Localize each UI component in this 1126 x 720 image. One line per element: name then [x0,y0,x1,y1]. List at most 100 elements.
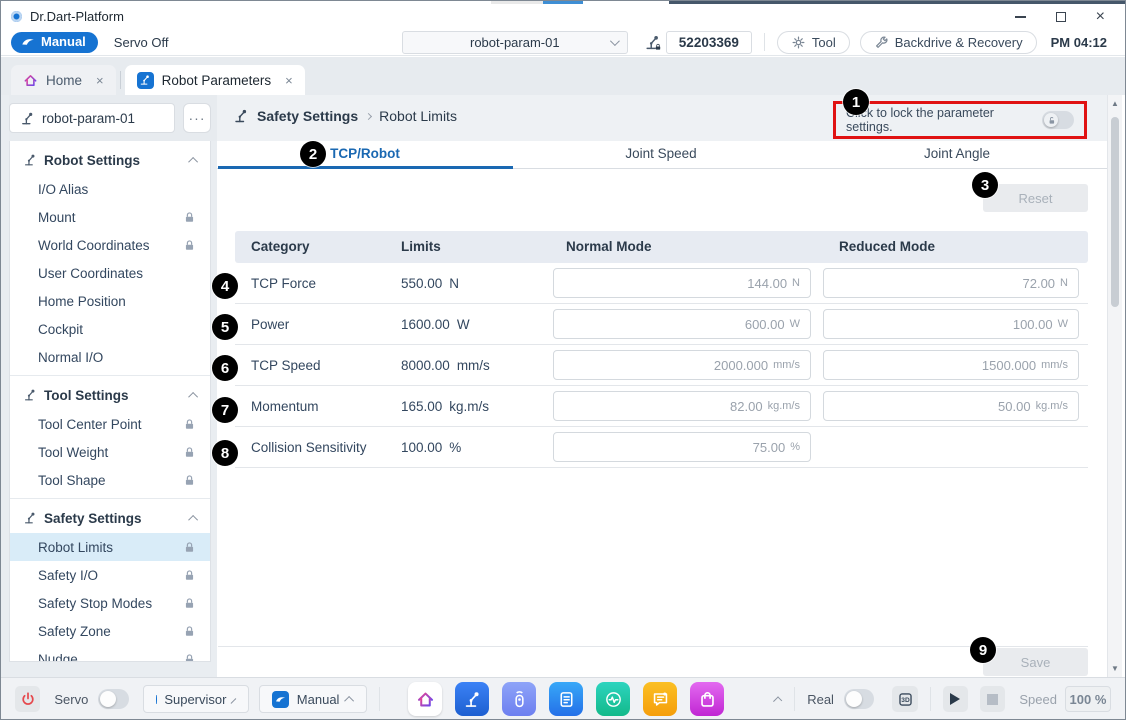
tab-home-label: Home [46,73,82,88]
annotation-badge-2: 2 [300,141,326,167]
sidebar-item-nudge[interactable]: Nudge [10,645,210,662]
monitoring-app-icon[interactable] [596,682,630,716]
robot-icon [20,111,35,126]
limits-tab-bar: TCP/Robot Joint Speed Joint Angle [217,141,1107,169]
normal-mode-input[interactable]: 600.00W [553,309,811,339]
dock-collapse-icon[interactable] [773,696,782,705]
param-name-field[interactable]: robot-param-01 [9,103,175,133]
store-app-icon[interactable] [690,682,724,716]
sidebar-item-cockpit[interactable]: Cockpit [10,315,210,343]
power-button[interactable] [15,686,40,712]
robot-limits-panel: TCP/Robot Joint Speed Joint Angle Reset … [217,141,1107,677]
reduced-mode-input[interactable]: 72.00N [823,268,1079,298]
sidebar-section-tool-settings[interactable]: Tool Settings [10,380,210,410]
backdrive-recovery-button[interactable]: Backdrive & Recovery [860,31,1037,54]
servo-toggle[interactable] [98,689,128,709]
item-label: Mount [38,210,76,225]
robot-param-select[interactable]: robot-param-01 [402,31,628,54]
sidebar-section-robot-settings[interactable]: Robot Settings [10,145,210,175]
tool-button[interactable]: Tool [777,31,850,54]
lock-icon [183,446,196,459]
close-tab-home-icon[interactable]: × [96,73,104,88]
robot-settings-app-icon[interactable] [455,682,489,716]
window-title: Dr.Dart-Platform [30,9,124,24]
power-icon [20,691,36,707]
scrollbar-thumb[interactable] [1111,117,1119,307]
task-editor-app-icon[interactable] [549,682,583,716]
sidebar-item-normal-io[interactable]: Normal I/O [10,343,210,371]
normal-mode-input[interactable]: 144.00N [553,268,811,298]
item-label: Cockpit [38,322,83,337]
row-limit-unit: % [449,440,461,455]
table-row-tcp-speed: TCP Speed 8000.00mm/s 2000.000mm/s 1500.… [235,345,1088,386]
normal-mode-input[interactable]: 2000.000mm/s [553,350,811,380]
remote-control-app-icon[interactable] [502,682,536,716]
row-limit-value: 550.00 [401,276,442,291]
field-unit: mm/s [1041,359,1068,371]
sidebar-item-tool-weight[interactable]: Tool Weight [10,438,210,466]
sidebar-item-safety-zone[interactable]: Safety Zone [10,617,210,645]
tab-joint-speed[interactable]: Joint Speed [513,141,809,168]
scroll-down-icon[interactable]: ▼ [1108,664,1122,673]
maximize-button[interactable] [1056,12,1066,22]
3d-view-button[interactable] [892,686,917,712]
sidebar-item-world-coordinates[interactable]: World Coordinates [10,231,210,259]
manual-mode-icon [21,35,35,49]
stop-button[interactable] [980,686,1005,712]
sidebar-item-tool-center-point[interactable]: Tool Center Point [10,410,210,438]
normal-mode-input[interactable]: 75.00% [553,432,811,462]
unlock-icon [1047,116,1056,125]
sidebar-section-safety-settings[interactable]: Safety Settings [10,503,210,533]
table-row-collision-sensitivity: Collision Sensitivity 100.00% 75.00% [235,427,1088,468]
tab-tcp-robot[interactable]: TCP/Robot [217,141,513,168]
real-label: Real [807,692,834,707]
operation-mode-badge[interactable]: Manual [11,32,98,53]
close-window-button[interactable]: × [1096,12,1105,22]
sidebar-item-io-alias[interactable]: I/O Alias [10,175,210,203]
field-value: 75.00 [753,440,786,455]
annotation-badge-5: 5 [212,314,238,340]
tab-robot-parameters[interactable]: Robot Parameters × [125,65,305,95]
row-category: TCP Force [251,276,316,291]
message-app-icon[interactable] [643,682,677,716]
col-limits: Limits [401,239,441,254]
tab-home[interactable]: Home × [11,65,116,95]
robot-serial-number: 52203369 [666,31,752,54]
more-options-button[interactable]: ··· [183,103,211,133]
chevron-up-icon [188,514,198,524]
lock-icon [183,541,196,554]
reduced-mode-input[interactable]: 1500.000 mm/s [823,350,1079,380]
wrench-icon [874,35,889,50]
save-button[interactable]: Save [983,648,1088,676]
row-limit-value: 165.00 [401,399,442,414]
sidebar-item-safety-stop-modes[interactable]: Safety Stop Modes [10,589,210,617]
minimize-button[interactable] [1015,16,1026,18]
role-value: Supervisor [164,692,226,707]
field-value: 1500.000 [982,358,1036,373]
sidebar-item-safety-io[interactable]: Safety I/O [10,561,210,589]
sidebar-item-home-position[interactable]: Home Position [10,287,210,315]
home-app-icon[interactable] [408,682,442,716]
play-button[interactable] [943,686,968,712]
mode-dropdown[interactable]: Manual [259,685,368,713]
tab-joint-angle[interactable]: Joint Angle [809,141,1105,168]
real-sim-toggle[interactable] [844,689,874,709]
home-icon [23,73,38,88]
stop-icon [987,694,998,705]
item-label: Safety I/O [38,568,98,583]
reduced-mode-input[interactable]: 50.00kg.m/s [823,391,1079,421]
scroll-up-icon[interactable]: ▲ [1108,99,1122,108]
sidebar-item-mount[interactable]: Mount [10,203,210,231]
vertical-scrollbar[interactable]: ▲ ▼ [1107,95,1122,677]
close-tab-robot-parameters-icon[interactable]: × [285,73,293,88]
lock-icon [183,211,196,224]
parameter-lock-toggle[interactable] [1042,111,1074,129]
sidebar-item-tool-shape[interactable]: Tool Shape [10,466,210,494]
reduced-mode-input[interactable]: 100.00W [823,309,1079,339]
sidebar-item-robot-limits[interactable]: Robot Limits [10,533,210,561]
normal-mode-input[interactable]: 82.00kg.m/s [553,391,811,421]
close-icon: × [1096,8,1105,25]
sidebar-item-user-coordinates[interactable]: User Coordinates [10,259,210,287]
reset-button[interactable]: Reset [983,184,1088,212]
role-dropdown[interactable]: Supervisor [143,685,249,713]
